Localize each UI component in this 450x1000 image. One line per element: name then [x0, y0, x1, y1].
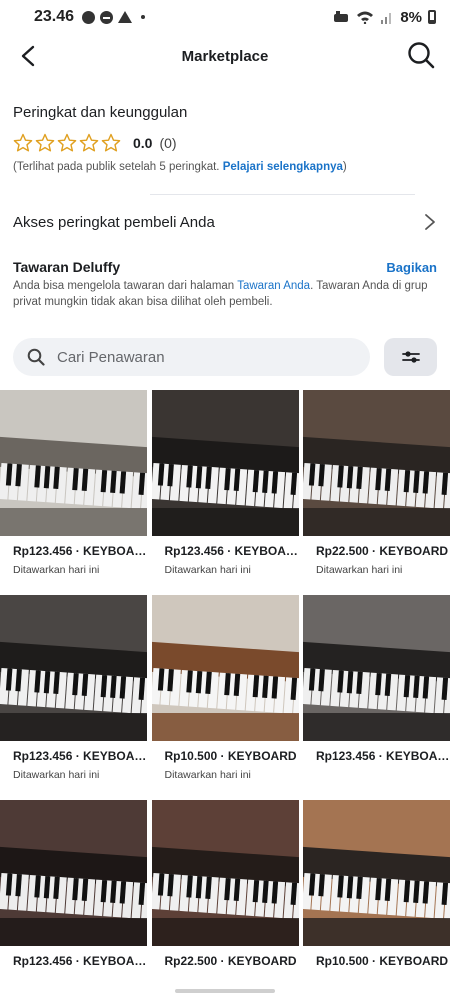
listing-price-title: Rp10.500 · KEYBOARD	[316, 954, 449, 968]
listing-photo	[303, 800, 450, 946]
search-icon	[27, 348, 45, 366]
listing-posted-date: Ditawarkan hari ini	[13, 564, 100, 576]
status-bar: 23.46 8%	[0, 0, 450, 34]
listing-card[interactable]: Rp123.456 · KEYBOARD Ditawarkan hari ini	[0, 390, 147, 576]
divider	[150, 194, 415, 195]
warning-icon	[118, 11, 133, 23]
listing-price-title: Rp123.456 · KEYBOARD	[13, 544, 147, 558]
listing-price-title: Rp123.456 · KEYBOARD	[316, 749, 450, 763]
listing-photo	[151, 800, 299, 946]
keyboard-photo-icon	[0, 800, 147, 946]
star-icon	[57, 133, 77, 152]
listing-card[interactable]: Rp123.456 · KEYBOARD Ditawarkan hari ini	[0, 595, 147, 781]
star-icon	[79, 133, 99, 152]
listing-posted-date: Ditawarkan hari ini	[164, 564, 251, 576]
offers-description: Anda bisa mengelola tawaran dari halaman…	[13, 278, 433, 310]
more-notifications-icon	[141, 15, 146, 19]
keyboard-photo-icon	[0, 595, 147, 741]
rating-note: (Terlihat pada publik setelah 5 peringka…	[13, 161, 437, 173]
page-title: Marketplace	[181, 47, 269, 65]
listing-price-title: Rp22.500 · KEYBOARD	[164, 954, 297, 968]
listing-photo	[0, 800, 147, 946]
listing-price-title: Rp22.500 · KEYBOARD	[316, 544, 449, 558]
system-icons: 8%	[332, 9, 436, 26]
notification-icons	[82, 10, 146, 24]
listing-photo	[151, 390, 299, 536]
learn-more-link[interactable]: Pelajari selengkapnya	[223, 161, 343, 173]
offers-title: Tawaran Deluffy	[13, 259, 121, 275]
alarm-icon	[334, 11, 349, 22]
back-arrow-icon	[21, 45, 35, 67]
whatsapp-icon	[82, 10, 96, 24]
offer-search-input[interactable]: Cari Penawaran	[13, 338, 370, 376]
rating-note-text: (Terlihat pada publik setelah 5 peringka…	[13, 161, 220, 173]
listing-price-title: Rp123.456 · KEYBOARD	[13, 954, 147, 968]
status-time: 23.46	[34, 8, 75, 25]
star-icon	[35, 133, 55, 152]
listing-photo	[151, 595, 299, 741]
listing-photo	[303, 595, 450, 741]
listing-card[interactable]: Rp123.456 · KEYBOARD Ditawarkan hari ini	[151, 390, 299, 576]
wifi-icon	[357, 11, 374, 24]
filter-button[interactable]	[384, 338, 437, 376]
search-icon	[408, 42, 435, 69]
listing-card[interactable]: Rp123.456 · KEYBOARD	[303, 595, 450, 769]
rating-count: (0)	[159, 135, 177, 151]
listing-card[interactable]: Rp10.500 · KEYBOARD	[303, 800, 450, 974]
star-icon	[13, 133, 33, 152]
signal-icon	[381, 13, 392, 24]
listing-price-title: Rp10.500 · KEYBOARD	[164, 749, 297, 763]
search-button[interactable]	[406, 40, 436, 70]
search-placeholder: Cari Penawaran	[57, 348, 165, 366]
offers-header: Tawaran Deluffy Bagikan	[13, 259, 437, 275]
offers-desc-text-1: Anda bisa mengelola tawaran dari halaman	[13, 280, 238, 292]
listing-photo	[303, 390, 450, 536]
listing-card[interactable]: Rp123.456 · KEYBOARD	[0, 800, 147, 974]
listing-photo	[0, 595, 147, 741]
rating-title: Peringkat dan keunggulan	[13, 104, 188, 121]
rating-section: Peringkat dan keunggulan 0.0 (0) (Terlih…	[13, 104, 437, 173]
home-indicator	[175, 989, 275, 993]
listing-photo	[0, 390, 147, 536]
listing-price-title: Rp123.456 · KEYBOARD	[164, 544, 299, 558]
keyboard-photo-icon	[303, 800, 450, 946]
battery-percent: 8%	[400, 8, 422, 26]
listing-card[interactable]: Rp22.500 · KEYBOARD Ditawarkan hari ini	[303, 390, 450, 576]
back-button[interactable]	[20, 42, 44, 70]
rating-value: 0.0	[133, 135, 153, 151]
battery-icon	[428, 10, 436, 24]
listing-card[interactable]: Rp22.500 · KEYBOARD	[151, 800, 299, 974]
listing-card[interactable]: Rp10.500 · KEYBOARD Ditawarkan hari ini	[151, 595, 299, 781]
star-icon	[101, 133, 121, 152]
keyboard-photo-icon	[151, 595, 299, 741]
do-not-disturb-icon	[100, 10, 114, 24]
chevron-right-icon	[425, 214, 435, 230]
keyboard-photo-icon	[303, 595, 450, 741]
listing-posted-date: Ditawarkan hari ini	[316, 564, 403, 576]
share-button[interactable]: Bagikan	[386, 260, 437, 275]
rating-note-close: )	[342, 161, 347, 173]
app-header: Marketplace	[0, 34, 450, 78]
listing-posted-date: Ditawarkan hari ini	[13, 769, 100, 781]
buyer-rating-access-label: Akses peringkat pembeli Anda	[13, 213, 215, 231]
keyboard-photo-icon	[151, 800, 299, 946]
sliders-icon	[401, 351, 420, 363]
your-offers-link[interactable]: Tawaran Anda	[237, 280, 310, 292]
keyboard-photo-icon	[0, 390, 147, 536]
listing-price-title: Rp123.456 · KEYBOARD	[13, 749, 147, 763]
buyer-rating-access-row[interactable]: Akses peringkat pembeli Anda	[13, 204, 437, 240]
gesture-bar	[0, 985, 450, 1000]
rating-stars: 0.0 (0)	[13, 133, 437, 153]
keyboard-photo-icon	[303, 390, 450, 536]
listing-posted-date: Ditawarkan hari ini	[164, 769, 251, 781]
keyboard-photo-icon	[151, 390, 299, 536]
